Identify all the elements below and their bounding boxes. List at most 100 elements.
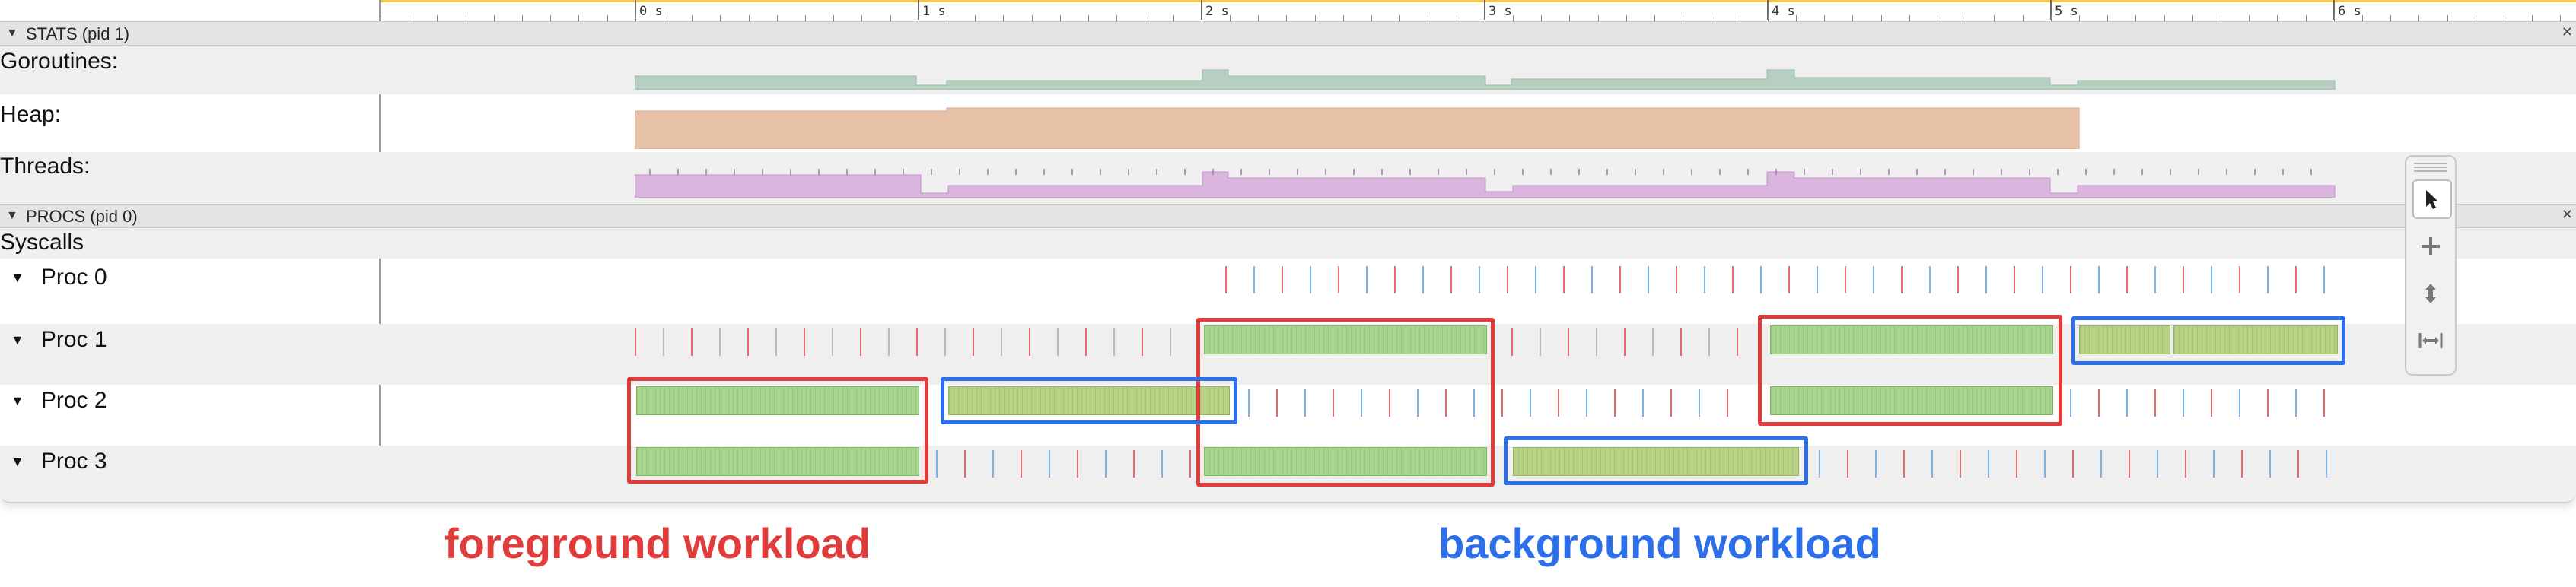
- syscall-tick: [1957, 266, 1959, 294]
- ruler-minor-tick: [2277, 15, 2278, 21]
- ruler-minor-tick: [1230, 15, 1231, 21]
- ruler-minor-tick: [1258, 15, 1259, 21]
- proc-1-label[interactable]: ▼ Proc 1: [11, 327, 107, 353]
- toolbar-grip-icon[interactable]: [2414, 163, 2447, 173]
- stats-section-header[interactable]: ▼ STATS (pid 1) ✕: [0, 21, 2576, 46]
- syscall-tick: [1057, 328, 1059, 356]
- syscall-tick: [1985, 266, 1987, 294]
- syscall-tick: [1479, 266, 1480, 294]
- collapse-triangle-icon[interactable]: ▼: [6, 209, 18, 223]
- close-icon[interactable]: ✕: [2562, 24, 2573, 40]
- syscall-tick: [964, 450, 966, 478]
- close-icon[interactable]: ✕: [2562, 207, 2573, 223]
- ruler-minor-tick: [1116, 15, 1118, 21]
- threads-row: Threads:: [0, 152, 2576, 204]
- heap-counter[interactable]: [635, 105, 2081, 149]
- proc-1-name: Proc 1: [40, 327, 107, 352]
- syscall-tick: [1727, 389, 1728, 417]
- proc-0-label[interactable]: ▼ Proc 0: [11, 265, 107, 290]
- goroutines-counter[interactable]: [635, 65, 2339, 90]
- collapse-triangle-icon[interactable]: ▼: [11, 393, 24, 408]
- syscall-tick: [2098, 266, 2100, 294]
- syscall-tick: [1591, 266, 1593, 294]
- syscall-tick: [973, 328, 974, 356]
- syscall-tick: [1903, 450, 1905, 478]
- heap-label: Heap:: [0, 102, 62, 127]
- procs-section-header[interactable]: ▼ PROCS (pid 0) ✕: [0, 204, 2576, 228]
- syscall-tick: [2070, 266, 2071, 294]
- proc-0-row: ▼ Proc 0: [0, 259, 2576, 324]
- syscall-tick: [2042, 266, 2043, 294]
- syscall-tick: [2044, 450, 2046, 478]
- time-ruler[interactable]: 0 s 1 s 2 s 3 s 4 s 5 s 6 s: [381, 0, 2576, 23]
- syscall-tick: [2183, 266, 2184, 294]
- syscall-tick: [992, 450, 994, 478]
- ruler-label-2s: 2 s: [1205, 4, 1229, 19]
- syscall-tick: [1847, 450, 1848, 478]
- ruler-minor-tick: [2362, 15, 2363, 21]
- proc-2-label[interactable]: ▼ Proc 2: [11, 388, 107, 414]
- select-pointer-icon[interactable]: [2412, 179, 2452, 219]
- syscall-tick: [2183, 389, 2184, 417]
- collapse-triangle-icon[interactable]: ▼: [11, 454, 24, 469]
- syscall-tick: [2098, 389, 2100, 417]
- ruler-minor-tick: [607, 15, 608, 21]
- ruler-label-6s: 6 s: [2338, 4, 2361, 19]
- ruler-minor-tick: [635, 15, 636, 21]
- syscall-tick: [1133, 450, 1135, 478]
- ruler-minor-tick: [748, 15, 750, 21]
- background-highlight-box: [1504, 436, 1808, 485]
- syscall-tick: [1642, 389, 1644, 417]
- syscall-tick: [1450, 266, 1452, 294]
- ruler-minor-tick: [2192, 15, 2193, 21]
- syscall-tick: [1310, 266, 1311, 294]
- syscall-tick: [2239, 266, 2240, 294]
- ruler-minor-tick: [1909, 15, 1910, 21]
- syscall-tick: [2295, 266, 2297, 294]
- timing-icon[interactable]: [2412, 322, 2449, 359]
- collapse-triangle-icon[interactable]: ▼: [6, 27, 18, 40]
- collapse-triangle-icon[interactable]: ▼: [11, 270, 24, 285]
- syscall-tick: [1708, 328, 1710, 356]
- proc-3-label[interactable]: ▼ Proc 3: [11, 449, 107, 474]
- threads-counter[interactable]: [635, 163, 2339, 198]
- ruler-label-0s: 0 s: [639, 4, 663, 19]
- ruler-minor-tick: [1597, 15, 1599, 21]
- threads-label: Threads:: [0, 154, 91, 179]
- foreground-highlight-box: [1196, 318, 1495, 487]
- ruler-minor-tick: [1173, 15, 1174, 21]
- syscall-tick: [1699, 389, 1700, 417]
- ruler-minor-tick: [2532, 15, 2533, 21]
- syscall-tick: [2100, 450, 2102, 478]
- zoom-icon[interactable]: [2412, 275, 2449, 312]
- syscall-tick: [2239, 389, 2240, 417]
- syscall-tick: [1929, 266, 1931, 294]
- syscall-tick: [2070, 389, 2071, 417]
- goroutines-label: Goroutines:: [0, 49, 119, 74]
- ruler-minor-tick: [1880, 15, 1882, 21]
- syscall-tick: [2185, 450, 2186, 478]
- syscall-tick: [2241, 450, 2243, 478]
- syscall-tick: [1001, 328, 1002, 356]
- ruler-minor-tick: [776, 15, 778, 21]
- syscall-tick: [1338, 266, 1339, 294]
- syscall-tick: [1225, 266, 1227, 294]
- heap-row: Heap:: [0, 94, 2576, 152]
- ruler-minor-tick: [1513, 15, 1514, 21]
- ruler-minor-tick: [2560, 15, 2562, 21]
- syscall-tick: [2154, 389, 2156, 417]
- ruler-minor-tick: [1003, 15, 1005, 21]
- ruler-minor-tick: [1031, 15, 1033, 21]
- collapse-triangle-icon[interactable]: ▼: [11, 332, 24, 347]
- ruler-minor-tick: [1342, 15, 1344, 21]
- syscall-tick: [1732, 266, 1734, 294]
- ruler-minor-tick: [1371, 15, 1372, 21]
- syscall-tick: [1113, 328, 1115, 356]
- syscall-tick: [1085, 328, 1087, 356]
- syscall-tick: [1568, 328, 1569, 356]
- proc-3-name: Proc 3: [40, 449, 107, 474]
- syscall-tick: [2014, 266, 2015, 294]
- syscall-tick: [2213, 450, 2215, 478]
- pan-move-icon[interactable]: [2412, 228, 2449, 265]
- syscall-tick: [1105, 450, 1107, 478]
